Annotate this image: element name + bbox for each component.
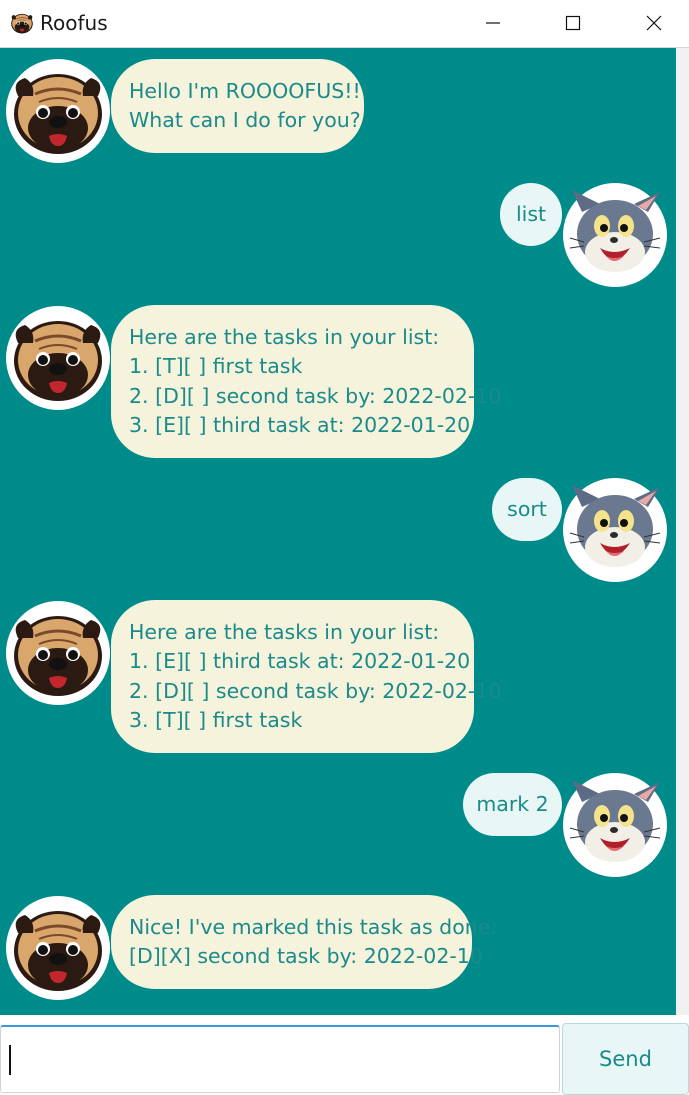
message-line: Nice! I've marked this task as done: — [129, 914, 498, 939]
maximize-button[interactable] — [550, 0, 596, 46]
chat-area: Hello I'm ROOOOFUS!!! What can I do for … — [0, 48, 676, 1015]
close-button[interactable] — [631, 0, 677, 46]
maximize-icon — [565, 15, 581, 31]
cat-avatar — [562, 182, 668, 288]
message-line: Hello I'm ROOOOFUS!!! — [129, 78, 369, 103]
message-input[interactable] — [0, 1025, 560, 1093]
message-line: What can I do for you? — [129, 108, 361, 132]
message-line: [D][X] second task by: 2022-02-10 — [129, 944, 483, 968]
bot-message-bubble: Here are the tasks in your list: 1. [T][… — [111, 305, 502, 458]
message-line: 3. [T][ ] first task — [129, 708, 303, 732]
user-message-bubble: sort — [492, 478, 562, 541]
pug-avatar — [5, 305, 111, 411]
pug-avatar — [5, 58, 111, 164]
message-line: mark 2 — [476, 791, 549, 816]
message-line: 2. [D][ ] second task by: 2022-02-10 — [129, 678, 502, 703]
minimize-button[interactable] — [470, 0, 516, 46]
message-line: 1. [E][ ] third task at: 2022-01-20 — [129, 649, 471, 673]
pug-icon — [8, 10, 36, 36]
message-line: Here are the tasks in your list: — [129, 619, 440, 644]
window-title: Roofus — [40, 11, 108, 35]
send-button[interactable]: Send — [562, 1023, 689, 1095]
bot-message-bubble: Here are the tasks in your list: 1. [E][… — [111, 600, 502, 753]
message-line: sort — [507, 496, 547, 521]
cat-avatar — [562, 772, 668, 878]
user-message-bubble: list — [500, 183, 562, 246]
cat-avatar — [562, 477, 668, 583]
title-bar: Roofus — [0, 0, 689, 48]
chat-scrollbar[interactable] — [676, 48, 689, 1015]
message-line: list — [515, 201, 547, 226]
text-caret — [9, 1045, 11, 1075]
message-line: 2. [D][ ] second task by: 2022-02-10 — [129, 383, 502, 408]
bot-message-bubble: Nice! I've marked this task as done: [D]… — [111, 895, 498, 989]
pug-avatar — [5, 600, 111, 706]
minimize-icon — [486, 22, 500, 24]
user-message-bubble: mark 2 — [463, 773, 562, 836]
close-icon — [646, 15, 662, 31]
message-line: 3. [E][ ] third task at: 2022-01-20 — [129, 413, 471, 437]
message-line: 1. [T][ ] first task — [129, 354, 303, 378]
message-line: Here are the tasks in your list: — [129, 324, 440, 349]
pug-avatar — [5, 895, 111, 1001]
bot-message-bubble: Hello I'm ROOOOFUS!!! What can I do for … — [111, 59, 369, 153]
